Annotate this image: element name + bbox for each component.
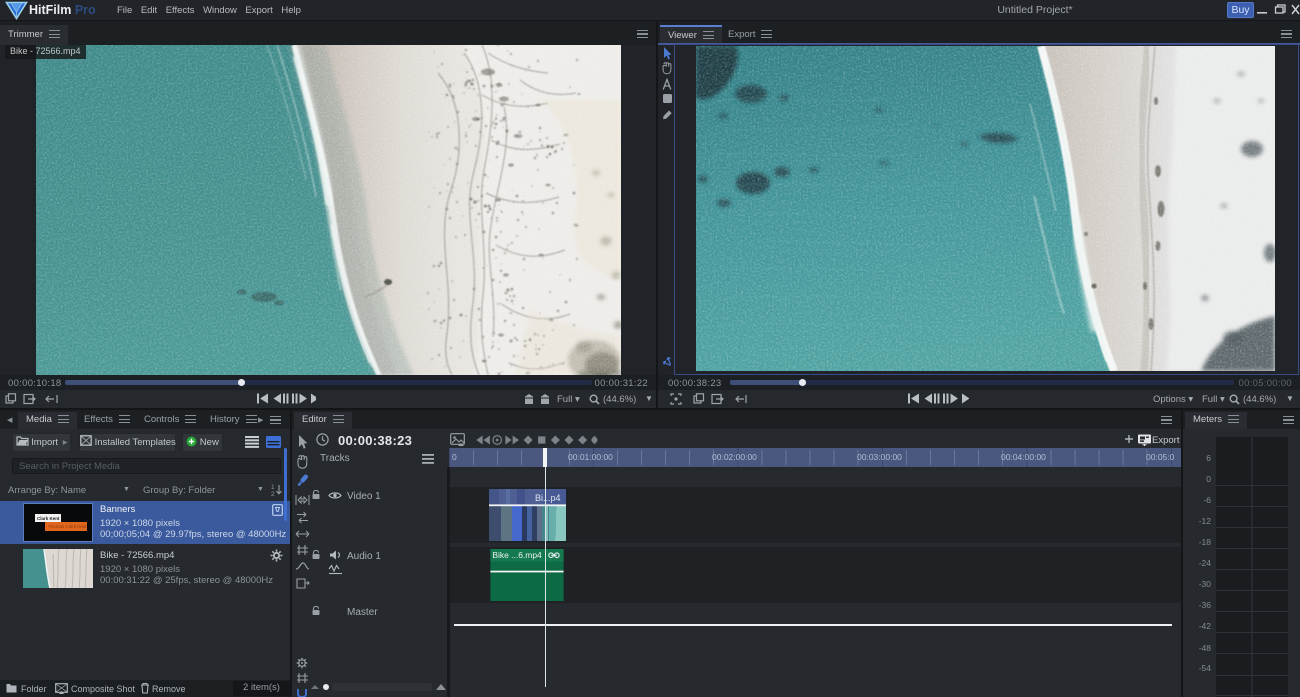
svg-text:1: 1	[271, 484, 275, 491]
svg-text:2: 2	[271, 491, 275, 496]
svg-text:Bi...p4: Bi...p4	[535, 493, 561, 503]
svg-text:Bike ...6.mp4: Bike ...6.mp4	[492, 550, 542, 560]
